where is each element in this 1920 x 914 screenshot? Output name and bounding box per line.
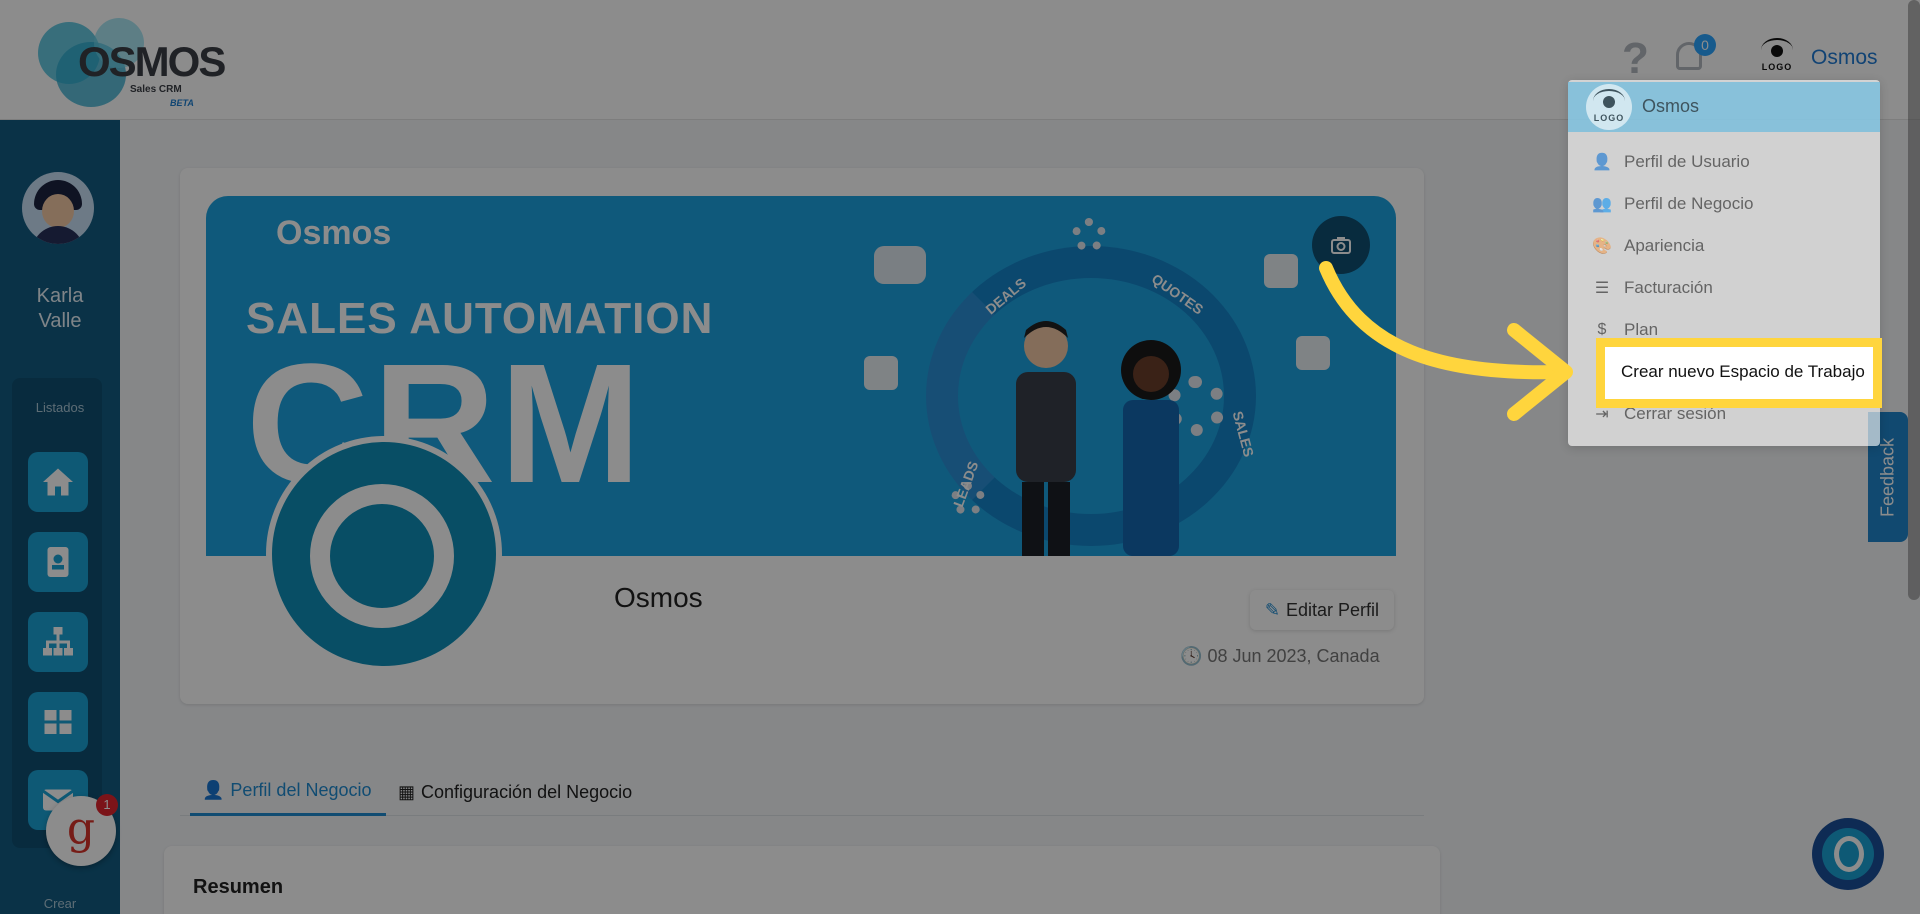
menu-item-perfil-negocio[interactable]: 👥 Perfil de Negocio: [1592, 194, 1753, 214]
tutorial-arrow-icon: [1319, 261, 1573, 421]
users-icon: 👥: [1592, 196, 1612, 213]
menu-item-crear-espacio[interactable]: Crear nuevo Espacio de Trabajo: [1621, 362, 1865, 382]
menu-header-name: Osmos: [1642, 96, 1700, 116]
user-icon: 👤: [1592, 154, 1612, 171]
menu-avatar: LOGO: [1586, 84, 1632, 130]
menu-item-perfil-usuario[interactable]: 👤 Perfil de Usuario: [1592, 152, 1750, 172]
